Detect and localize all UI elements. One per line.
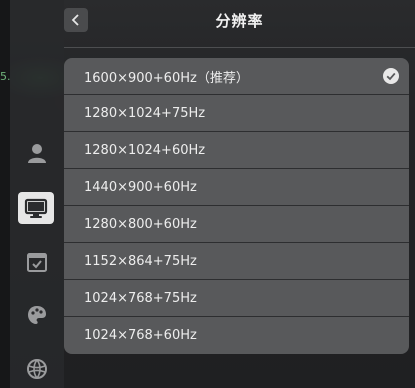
- rail-item-network[interactable]: [22, 354, 52, 384]
- resolution-option[interactable]: 1600×900+60Hz（推荐）: [64, 58, 409, 95]
- resolution-label: 1440×900+60Hz: [84, 179, 197, 195]
- resolution-label: 1280×1024+60Hz: [84, 142, 206, 158]
- account-icon: [28, 144, 46, 163]
- datetime-icon: [27, 253, 47, 272]
- resolution-option[interactable]: 1152×864+75Hz: [64, 243, 409, 280]
- rail-item-display[interactable]: [18, 192, 54, 224]
- personalization-icon: [28, 306, 46, 324]
- resolution-list: 1600×900+60Hz（推荐） 1280×1024+75Hz 1280×10…: [64, 58, 409, 354]
- resolution-label: 1280×1024+75Hz: [84, 105, 206, 121]
- resolution-option[interactable]: 1280×1024+75Hz: [64, 95, 409, 132]
- network-icon: [27, 359, 47, 379]
- resolution-label: 1600×900+60Hz（推荐）: [84, 70, 249, 86]
- display-icon: [24, 198, 48, 218]
- rail-item-account[interactable]: [22, 138, 52, 168]
- resolution-label: 1152×864+75Hz: [84, 253, 197, 269]
- rail-item-personalization[interactable]: [22, 300, 52, 330]
- page-header: 分辨率: [64, 0, 415, 44]
- rail-item-datetime[interactable]: [22, 247, 52, 277]
- side-navigation-rail: [10, 0, 64, 388]
- background-edge: [0, 0, 10, 388]
- resolution-option[interactable]: 1280×800+60Hz: [64, 206, 409, 243]
- resolution-option[interactable]: 1024×768+75Hz: [64, 280, 409, 317]
- resolution-label: 1024×768+75Hz: [84, 290, 197, 306]
- resolution-option[interactable]: 1440×900+60Hz: [64, 169, 409, 206]
- page-title: 分辨率: [215, 12, 264, 30]
- resolution-label: 1024×768+60Hz: [84, 328, 197, 343]
- resolution-option[interactable]: 1280×1024+60Hz: [64, 132, 409, 169]
- checkmark-icon: [383, 68, 399, 84]
- resolution-option[interactable]: 1024×768+60Hz: [64, 317, 409, 354]
- resolution-label: 1280×800+60Hz: [84, 216, 197, 232]
- header-divider: [64, 47, 415, 48]
- background-text: 5.: [0, 70, 11, 83]
